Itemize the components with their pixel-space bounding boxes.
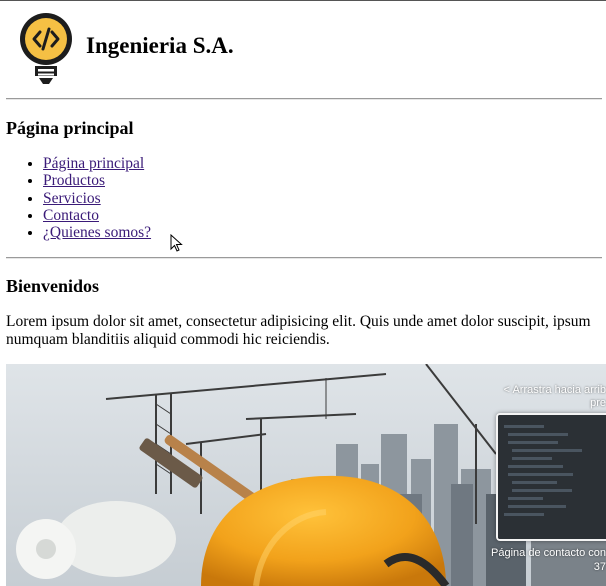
thumbnail-caption-line1: Página de contacto con bbox=[491, 547, 606, 559]
site-header: Ingenieria S.A. bbox=[16, 10, 234, 88]
nav-link-products[interactable]: Productos bbox=[43, 172, 105, 189]
code-editor-preview bbox=[498, 415, 606, 539]
lightbulb-code-icon bbox=[20, 13, 72, 84]
nav-link-services[interactable]: Servicios bbox=[43, 190, 101, 207]
drag-hint-line1: < Arrastra hacia arrib bbox=[503, 384, 606, 396]
nav-link-about[interactable]: ¿Quienes somos? bbox=[43, 224, 151, 241]
welcome-heading: Bienvenidos bbox=[6, 276, 100, 296]
nav-item-about: ¿Quienes somos? bbox=[43, 224, 151, 241]
thumbnail-caption-line2: 37 bbox=[593, 561, 606, 573]
welcome-text: Lorem ipsum dolor sit amet, consectetur … bbox=[6, 313, 591, 348]
main-nav: Página principal Productos Servicios Con… bbox=[6, 155, 151, 241]
drag-hint-line2: pre bbox=[590, 397, 606, 409]
divider bbox=[6, 257, 602, 259]
mouse-cursor-icon bbox=[170, 234, 183, 252]
nav-heading: Página principal bbox=[6, 118, 134, 138]
nav-item-services: Servicios bbox=[43, 190, 151, 207]
thumbnail-caption: Página de contacto con 37 bbox=[491, 546, 606, 574]
nav-item-contact: Contacto bbox=[43, 207, 151, 224]
nav-item-products: Productos bbox=[43, 172, 151, 189]
drag-hint: < Arrastra hacia arrib pre bbox=[504, 384, 606, 410]
site-title: Ingenieria S.A. bbox=[86, 33, 234, 58]
nav-link-contact[interactable]: Contacto bbox=[43, 207, 99, 224]
divider bbox=[6, 98, 602, 100]
video-thumbnail[interactable] bbox=[496, 413, 606, 541]
nav-item-home: Página principal bbox=[43, 155, 151, 172]
nav-link-home[interactable]: Página principal bbox=[43, 155, 144, 172]
